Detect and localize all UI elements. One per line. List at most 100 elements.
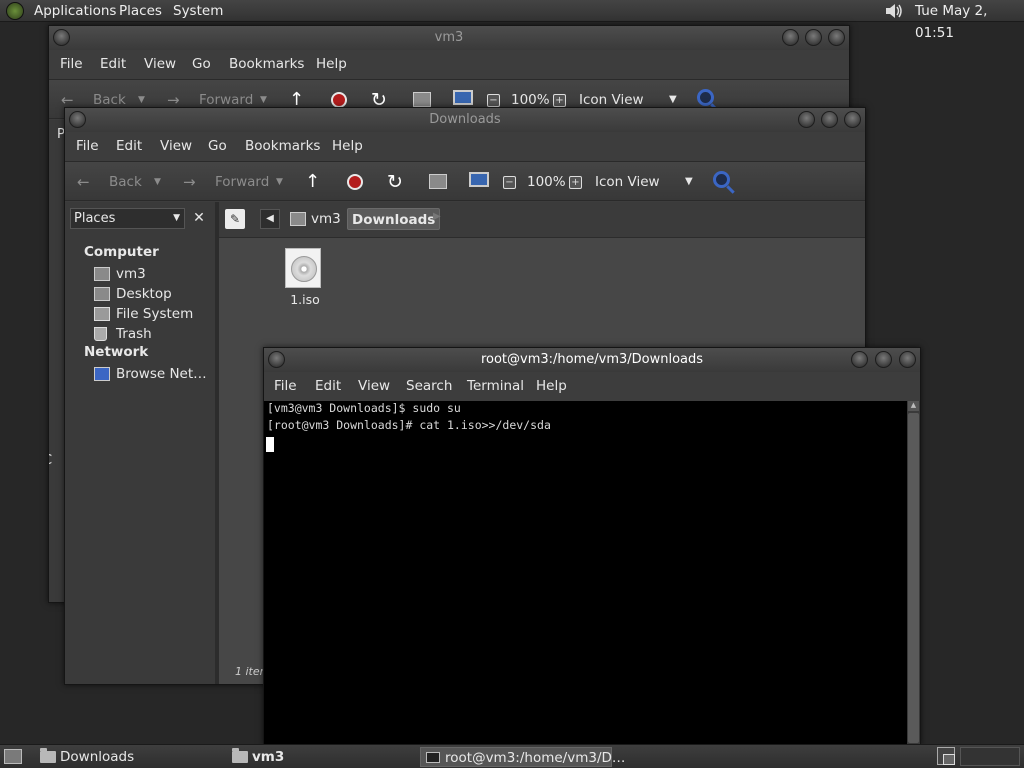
- path-button-vm3[interactable]: vm3: [286, 208, 347, 230]
- menu-help[interactable]: Help: [536, 373, 567, 399]
- maximize-button[interactable]: [875, 351, 892, 368]
- vm3-titlebar[interactable]: vm3: [49, 26, 849, 50]
- back-arrow-icon: ←: [77, 173, 90, 191]
- system-menu[interactable]: System: [173, 0, 223, 22]
- computer-icon[interactable]: [453, 90, 473, 105]
- search-icon[interactable]: [713, 171, 730, 188]
- file-name: 1.iso: [290, 292, 320, 307]
- menu-search[interactable]: Search: [406, 373, 452, 399]
- zoom-in-icon[interactable]: +: [553, 94, 566, 107]
- sidebar-item-file-system[interactable]: File System: [94, 304, 193, 324]
- back-button[interactable]: Back: [109, 162, 142, 202]
- menu-view[interactable]: View: [144, 51, 176, 77]
- bottom-panel: Downloads vm3 root@vm3:/home/vm3/D…: [0, 744, 1024, 768]
- menu-edit[interactable]: Edit: [116, 133, 142, 159]
- computer-icon[interactable]: [469, 172, 489, 187]
- menu-terminal[interactable]: Terminal: [467, 373, 524, 399]
- menu-edit[interactable]: Edit: [315, 373, 341, 399]
- task-vm3[interactable]: vm3: [228, 747, 408, 767]
- zoom-in-icon[interactable]: +: [569, 176, 582, 189]
- terminal-icon: [426, 752, 440, 763]
- close-button[interactable]: [828, 29, 845, 46]
- reload-icon[interactable]: ↻: [387, 162, 403, 202]
- menu-bookmarks[interactable]: Bookmarks: [229, 51, 304, 77]
- path-scroll-right-icon[interactable]: ▶: [433, 211, 441, 222]
- sidebar-item-trash[interactable]: Trash: [94, 324, 152, 344]
- window-menu-button[interactable]: [268, 351, 285, 368]
- home-folder-icon: [232, 748, 248, 763]
- close-button[interactable]: [844, 111, 861, 128]
- clock[interactable]: Tue May 2, 01:51: [915, 0, 1024, 41]
- workspace-pager[interactable]: [960, 747, 1020, 766]
- menu-file[interactable]: File: [274, 373, 297, 399]
- vm3-menubar: File Edit View Go Bookmarks Help: [49, 51, 849, 77]
- stop-icon[interactable]: [347, 174, 363, 190]
- sidebar-selector[interactable]: Places ▼: [70, 208, 185, 229]
- home-icon[interactable]: [429, 174, 447, 189]
- section-computer: Computer: [84, 244, 159, 260]
- window-menu-button[interactable]: [69, 111, 86, 128]
- menu-help[interactable]: Help: [332, 133, 363, 159]
- sidebar-item-label: vm3: [116, 266, 146, 282]
- path-scroll-left-icon[interactable]: ◀: [260, 209, 280, 229]
- sidebar-item-vm3[interactable]: vm3: [94, 264, 146, 284]
- menu-view[interactable]: View: [358, 373, 390, 399]
- vm3-sidebar-partial: [49, 120, 65, 602]
- minimize-button[interactable]: [782, 29, 799, 46]
- menu-help[interactable]: Help: [316, 51, 347, 77]
- view-mode-select[interactable]: Icon View: [595, 162, 660, 202]
- stop-icon[interactable]: [331, 92, 347, 108]
- home-icon[interactable]: [413, 92, 431, 107]
- volume-icon[interactable]: [884, 2, 904, 20]
- up-icon[interactable]: ↑: [305, 162, 320, 202]
- menu-go[interactable]: Go: [208, 133, 227, 159]
- downloads-titlebar[interactable]: Downloads: [65, 108, 865, 132]
- menu-bookmarks[interactable]: Bookmarks: [245, 133, 320, 159]
- menu-edit[interactable]: Edit: [100, 51, 126, 77]
- places-menu[interactable]: Places: [119, 0, 162, 22]
- downloads-menubar: File Edit View Go Bookmarks Help: [65, 133, 865, 159]
- zoom-out-icon[interactable]: −: [503, 176, 516, 189]
- forward-button[interactable]: Forward: [215, 162, 269, 202]
- terminal-titlebar[interactable]: root@vm3:/home/vm3/Downloads: [264, 348, 920, 372]
- sidebar-selector-label: Places: [74, 211, 116, 226]
- sidebar-item-browse-network[interactable]: Browse Net…: [94, 364, 207, 384]
- menu-file[interactable]: File: [60, 51, 83, 77]
- minimize-button[interactable]: [851, 351, 868, 368]
- home-folder-icon: [290, 212, 306, 226]
- disc-image-icon: [285, 248, 321, 288]
- menu-go[interactable]: Go: [192, 51, 211, 77]
- file-item-1iso[interactable]: 1.iso: [279, 246, 331, 312]
- terminal-scrollbar[interactable]: ▲: [907, 401, 920, 744]
- window-menu-button[interactable]: [53, 29, 70, 46]
- downloads-window-title: Downloads: [429, 112, 501, 127]
- minimize-button[interactable]: [798, 111, 815, 128]
- zoom-out-icon[interactable]: −: [487, 94, 500, 107]
- maximize-button[interactable]: [805, 29, 822, 46]
- section-network: Network: [84, 344, 149, 360]
- network-icon: [94, 367, 110, 381]
- vm3-window-title: vm3: [434, 30, 464, 45]
- gnome-foot-icon[interactable]: [6, 2, 24, 20]
- sidebar-item-desktop[interactable]: Desktop: [94, 284, 172, 304]
- show-desktop-icon[interactable]: [4, 749, 22, 764]
- close-sidebar-icon[interactable]: ✕: [188, 208, 210, 229]
- back-dropdown-icon[interactable]: ▼: [154, 162, 161, 202]
- edit-location-icon[interactable]: ✎: [225, 209, 245, 229]
- maximize-button[interactable]: [821, 111, 838, 128]
- desktop-folder-icon: [94, 287, 110, 301]
- menu-file[interactable]: File: [76, 133, 99, 159]
- search-icon[interactable]: [697, 89, 714, 106]
- view-mode-dropdown-icon[interactable]: ▼: [685, 162, 693, 202]
- applications-menu[interactable]: Applications: [34, 0, 116, 22]
- scroll-up-icon[interactable]: ▲: [908, 401, 919, 411]
- close-button[interactable]: [899, 351, 916, 368]
- downloads-toolbar: ← Back ▼ → Forward ▼ ↑ ↻ − 100% + Icon V…: [65, 161, 865, 201]
- task-terminal[interactable]: root@vm3:/home/vm3/D…: [420, 747, 625, 767]
- task-downloads[interactable]: Downloads: [36, 747, 216, 767]
- scrollbar-thumb[interactable]: [908, 413, 919, 743]
- terminal-screen[interactable]: [vm3@vm3 Downloads]$ sudo su [root@vm3 D…: [264, 401, 907, 744]
- path-button-downloads[interactable]: Downloads: [347, 208, 441, 230]
- forward-dropdown-icon[interactable]: ▼: [276, 162, 283, 202]
- menu-view[interactable]: View: [160, 133, 192, 159]
